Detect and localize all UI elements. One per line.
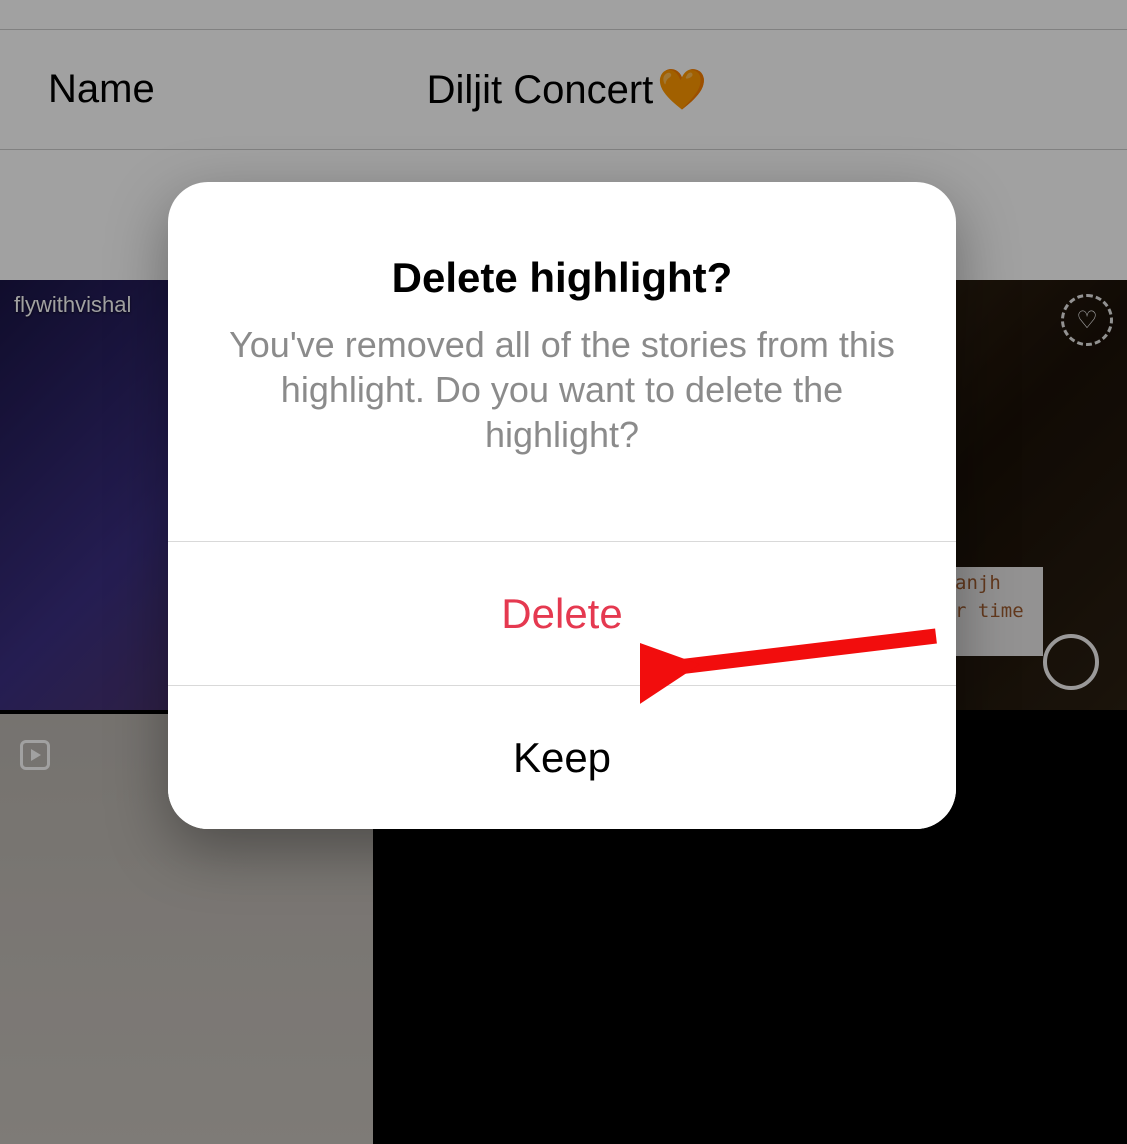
delete-button[interactable]: Delete: [168, 541, 956, 685]
dialog-title: Delete highlight?: [168, 182, 956, 322]
dialog-message: You've removed all of the stories from t…: [168, 322, 956, 541]
delete-highlight-dialog: Delete highlight? You've removed all of …: [168, 182, 956, 829]
keep-button[interactable]: Keep: [168, 685, 956, 829]
